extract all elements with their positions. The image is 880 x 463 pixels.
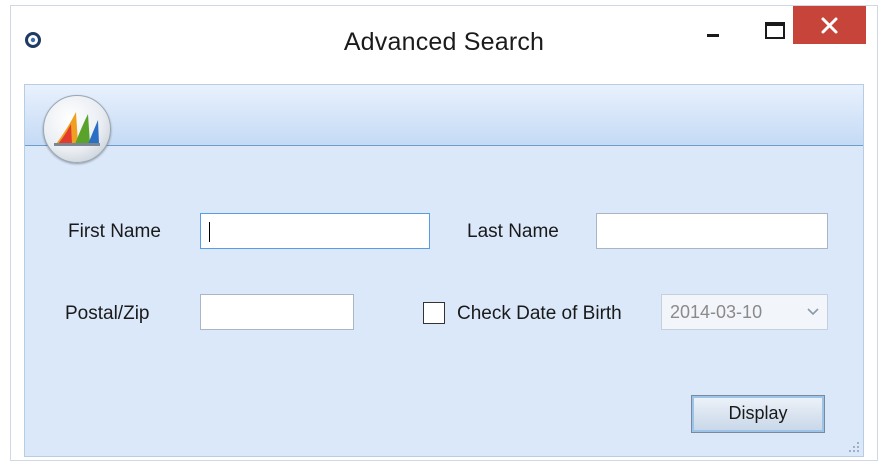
first-name-label: First Name [68,221,161,242]
maximize-button[interactable] [751,6,791,44]
client-area: First Name Last Name Postal/Zip Check Da… [24,84,864,457]
date-value: 2014-03-10 [670,302,763,322]
check-dob-checkbox[interactable] [423,302,445,324]
postal-zip-input[interactable] [201,295,353,329]
first-name-input[interactable] [201,214,429,248]
last-name-input[interactable] [597,214,827,248]
app-orb-button[interactable] [43,95,111,163]
close-button[interactable] [793,6,866,44]
last-name-label: Last Name [467,221,559,242]
close-icon [821,17,838,34]
last-name-field[interactable] [596,213,828,249]
postal-zip-label: Postal/Zip [65,303,150,324]
window-title: Advanced Search [343,28,545,56]
minimize-icon [707,34,719,37]
maximize-icon [765,22,785,39]
resize-grip-icon[interactable] [848,441,860,453]
display-button[interactable]: Display [691,395,825,433]
minimize-button[interactable] [701,6,731,44]
dynamics-logo-icon [54,112,100,146]
postal-zip-field[interactable] [200,294,354,330]
title-bar[interactable]: Advanced Search [11,6,877,76]
ribbon-banner [25,85,863,146]
date-of-birth-picker[interactable]: 2014-03-10 [661,294,828,330]
check-dob-label[interactable]: Check Date of Birth [457,303,622,325]
first-name-field[interactable] [200,213,430,249]
text-caret [209,222,210,242]
advanced-search-window: Advanced Search First Name Last Name Pos… [10,5,878,461]
chevron-down-icon[interactable] [807,307,819,317]
